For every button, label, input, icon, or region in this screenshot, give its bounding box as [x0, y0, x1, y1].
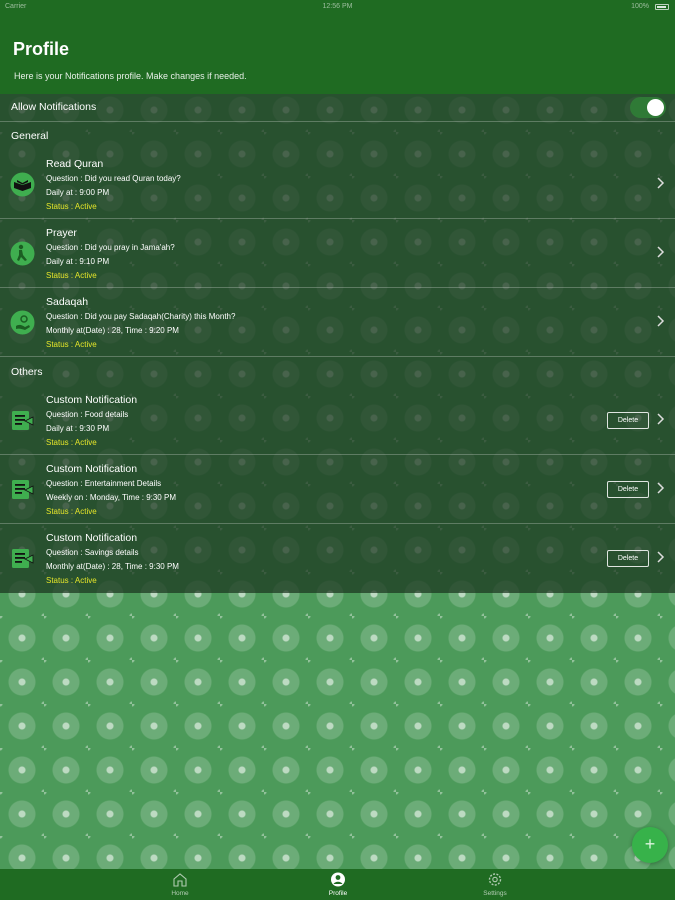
delete-button[interactable]: Delete: [607, 412, 649, 429]
notification-schedule: Monthly at(Date) : 28, Time : 9:30 PM: [46, 562, 179, 571]
notification-status: Status : Active: [46, 271, 97, 280]
notification-name: Sadaqah: [46, 296, 89, 308]
chevron-right-icon: [657, 315, 665, 327]
chevron-right-icon: [657, 246, 665, 258]
battery-icon: [655, 4, 669, 10]
chevron-right-icon: [657, 482, 665, 494]
quran-icon: [10, 172, 35, 197]
notification-status: Status : Active: [46, 507, 97, 516]
settings-icon: [488, 873, 502, 886]
notification-name: Read Quran: [46, 158, 104, 170]
prayer-icon: [10, 241, 35, 266]
battery-percent: 100%: [631, 3, 649, 10]
custom-notification-icon: [12, 411, 34, 430]
charity-icon: [10, 310, 35, 335]
home-icon: [173, 873, 187, 887]
notification-schedule: Daily at : 9:00 PM: [46, 188, 110, 197]
chevron-right-icon: [657, 551, 665, 563]
tab-label: Settings: [483, 890, 507, 897]
chevron-right-icon: [657, 177, 665, 189]
status-bar: Carrier 12:56 PM 100%: [0, 0, 675, 14]
allow-notifications-label: Allow Notifications: [11, 101, 97, 113]
allow-notifications-toggle[interactable]: [630, 97, 666, 118]
notification-status: Status : Active: [46, 576, 97, 585]
notification-item-read-quran[interactable]: Read Quran Question : Did you read Quran…: [0, 150, 675, 219]
delete-button[interactable]: Delete: [607, 550, 649, 567]
notification-schedule: Monthly at(Date) : 28, Time : 9:20 PM: [46, 326, 179, 335]
notification-schedule: Daily at : 9:10 PM: [46, 257, 110, 266]
page-header: Profile Here is your Notifications profi…: [0, 14, 675, 94]
notification-item-custom[interactable]: Custom Notification Question : Entertain…: [0, 455, 675, 524]
custom-notification-icon: [12, 549, 34, 568]
notification-schedule: Daily at : 9:30 PM: [46, 424, 110, 433]
page-title: Profile: [13, 39, 70, 59]
notification-question: Question : Did you read Quran today?: [46, 174, 181, 183]
notification-item-prayer[interactable]: Prayer Question : Did you pray in Jama'a…: [0, 219, 675, 288]
notification-item-sadaqah[interactable]: Sadaqah Question : Did you pay Sadaqah(C…: [0, 288, 675, 357]
notification-question: Question : Savings details: [46, 548, 139, 557]
notification-item-custom[interactable]: Custom Notification Question : Food deta…: [0, 386, 675, 455]
section-header-others: Others: [11, 366, 43, 378]
notification-item-custom[interactable]: Custom Notification Question : Savings d…: [0, 524, 675, 593]
notification-status: Status : Active: [46, 438, 97, 447]
status-time: 12:56 PM: [322, 3, 353, 10]
notification-question: Question : Did you pray in Jama'ah?: [46, 243, 175, 252]
section-header-general: General: [11, 130, 49, 142]
allow-notifications-row: Allow Notifications: [0, 94, 675, 122]
tab-label: Home: [171, 890, 189, 897]
notification-name: Prayer: [46, 227, 77, 239]
toggle-knob: [647, 99, 664, 116]
custom-notification-icon: [12, 480, 34, 499]
tab-bar: Home Profile Settings: [0, 869, 675, 900]
tab-profile[interactable]: Profile: [308, 869, 368, 900]
page-subtitle: Here is your Notifications profile. Make…: [14, 71, 247, 81]
add-notification-button[interactable]: +: [632, 827, 668, 863]
notification-question: Question : Food details: [46, 410, 129, 419]
profile-icon: [331, 872, 345, 887]
tab-home[interactable]: Home: [150, 869, 210, 900]
notification-name: Custom Notification: [46, 394, 138, 406]
notification-name: Custom Notification: [46, 463, 138, 475]
notification-question: Question : Entertainment Details: [46, 479, 162, 488]
notification-status: Status : Active: [46, 202, 97, 211]
notification-schedule: Weekly on : Monday, Time : 9:30 PM: [46, 493, 176, 502]
tab-label: Profile: [328, 890, 348, 897]
chevron-right-icon: [657, 413, 665, 425]
notification-name: Custom Notification: [46, 532, 138, 544]
notifications-list: Allow Notifications General Read Quran Q…: [0, 94, 675, 593]
delete-button[interactable]: Delete: [607, 481, 649, 498]
notification-status: Status : Active: [46, 340, 97, 349]
tab-settings[interactable]: Settings: [465, 869, 525, 900]
notification-question: Question : Did you pay Sadaqah(Charity) …: [46, 312, 236, 321]
